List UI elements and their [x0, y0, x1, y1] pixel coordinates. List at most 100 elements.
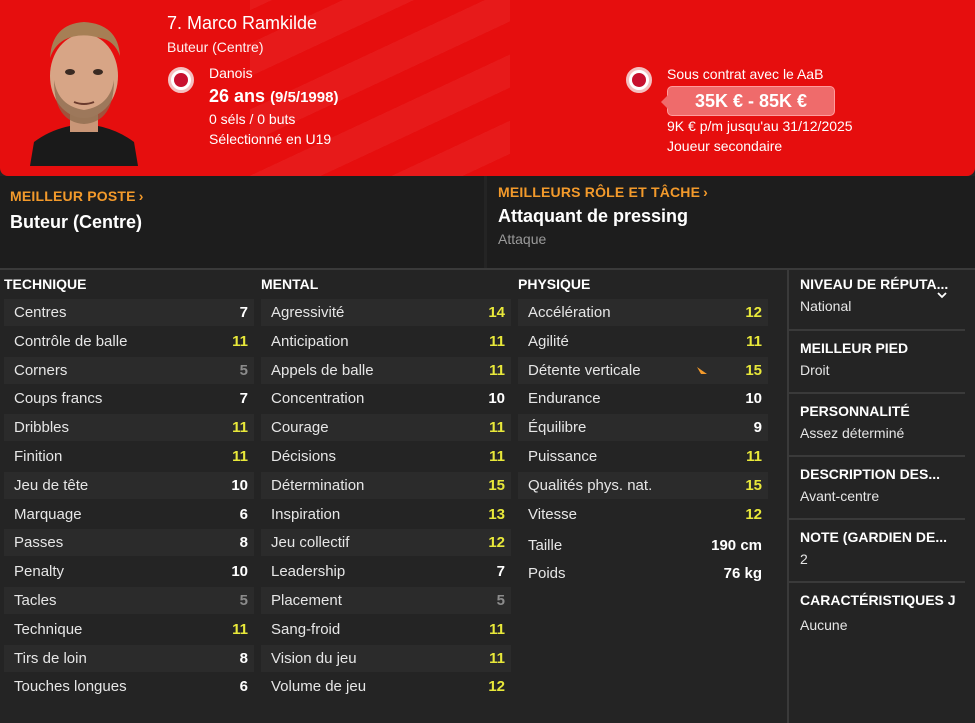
attribute-label: Équilibre [528, 419, 587, 437]
reputation-block[interactable]: NIVEAU DE RÉPUTA... National [789, 276, 975, 314]
attribute-label: Contrôle de balle [14, 332, 128, 350]
height-value: 190 cm [711, 537, 762, 554]
attribute-row[interactable]: Leadership 7 [261, 558, 511, 585]
goalkeeper-rating-block: NOTE (GARDIEN DE... 2 [789, 529, 975, 567]
attribute-label: Finition [14, 448, 63, 465]
best-role-link[interactable]: MEILLEURS RÔLE ET TÂCHE › [498, 184, 708, 200]
attribute-row[interactable]: Détermination 15 [261, 471, 511, 499]
attribute-value: 7 [239, 390, 248, 408]
attribute-label: Appels de balle [271, 361, 374, 379]
attribute-row[interactable]: Équilibre 9 [518, 414, 768, 442]
chevron-down-icon[interactable] [937, 290, 947, 300]
attribute-label: Sang-froid [271, 620, 341, 638]
attribute-value: 6 [239, 678, 248, 696]
attribute-row[interactable]: Agilité 11 [518, 328, 768, 355]
reputation-title: NIVEAU DE RÉPUTA... [800, 276, 949, 292]
personality-value: Assez déterminé [800, 425, 905, 441]
attribute-row[interactable]: Concentration 10 [261, 385, 511, 412]
youth-selection: Sélectionné en U19 [209, 131, 332, 147]
best-role-duty: Attaque [498, 231, 547, 247]
attribute-row[interactable]: Agressivité 14 [261, 299, 511, 326]
best-role-value: Attaquant de pressing [498, 206, 689, 226]
nationality[interactable]: Danois [209, 65, 253, 81]
attribute-value: 14 [488, 304, 505, 321]
attribute-value: 10 [231, 476, 248, 494]
attribute-row[interactable]: Passes 8 [4, 529, 254, 557]
description-block: DESCRIPTION DES... Avant-centre [789, 466, 975, 504]
attribute-row[interactable]: Appels de balle 11 [261, 356, 511, 384]
description-title: DESCRIPTION DES... [800, 466, 941, 482]
attribute-row[interactable]: Dribbles 11 [4, 414, 254, 442]
reputation-value: National [800, 298, 852, 314]
attribute-row[interactable]: Volume de jeu 12 [261, 673, 511, 700]
attribute-label: Courage [271, 419, 329, 437]
preferred-foot-value: Droit [800, 362, 830, 378]
best-position-link[interactable]: MEILLEUR POSTE › [10, 188, 144, 204]
attribute-label: Leadership [271, 563, 346, 581]
attribute-value: 11 [232, 419, 248, 437]
attribute-label: Détente verticale [528, 361, 641, 379]
attribute-row[interactable]: Jeu de tête 10 [4, 471, 254, 499]
attribute-value: 11 [489, 448, 505, 465]
nation-flag-icon[interactable] [168, 67, 194, 93]
attribute-row[interactable]: Penalty 10 [4, 558, 254, 585]
attribute-row[interactable]: Technique 11 [4, 616, 254, 643]
attribute-row[interactable]: Vitesse 12 [518, 501, 768, 528]
height-row: Taille 190 cm [518, 532, 768, 559]
attribute-value: 11 [489, 332, 505, 350]
attribute-row[interactable]: Touches longues 6 [4, 673, 254, 700]
goalkeeper-rating-title: NOTE (GARDIEN DE... [800, 529, 948, 545]
attribute-value: 10 [745, 390, 762, 408]
attribute-row[interactable]: Tacles 5 [4, 587, 254, 614]
attribute-row[interactable]: Vision du jeu 11 [261, 644, 511, 672]
contract-club[interactable]: Sous contrat avec le AaB [667, 66, 823, 82]
attribute-value: 7 [496, 563, 505, 581]
divider [789, 455, 965, 457]
attribute-row[interactable]: Sang-froid 11 [261, 616, 511, 643]
attribute-row[interactable]: Endurance 10 [518, 385, 768, 412]
attribute-value: 10 [488, 390, 505, 408]
attribute-row[interactable]: Jeu collectif 12 [261, 529, 511, 557]
squad-status: Joueur secondaire [667, 138, 783, 154]
attribute-row[interactable]: Tirs de loin 8 [4, 644, 254, 672]
attribute-row[interactable]: Qualités phys. nat. 15 [518, 471, 768, 499]
attribute-row[interactable]: Corners 5 [4, 356, 254, 384]
attribute-row[interactable]: Décisions 11 [261, 443, 511, 470]
attribute-row[interactable]: Détente verticale 15 [518, 356, 768, 384]
attribute-row[interactable]: Anticipation 11 [261, 328, 511, 355]
attribute-row[interactable]: Puissance 11 [518, 443, 768, 470]
traits-title: CARACTÉRISTIQUES J [800, 592, 956, 608]
attribute-row[interactable]: Marquage 6 [4, 501, 254, 528]
attribute-value: 11 [232, 332, 248, 350]
attribute-value: 9 [753, 419, 762, 437]
attribute-value: 12 [745, 304, 762, 321]
attribute-row[interactable]: Contrôle de balle 11 [4, 328, 254, 355]
attribute-row[interactable]: Courage 11 [261, 414, 511, 442]
attribute-row[interactable]: Coups francs 7 [4, 385, 254, 412]
mental-title: MENTAL [261, 276, 319, 292]
date-of-birth: (9/5/1998) [270, 89, 339, 106]
attribute-label: Agilité [528, 332, 569, 350]
attribute-label: Marquage [14, 505, 82, 523]
attribute-value: 15 [745, 361, 762, 379]
attribute-row[interactable]: Inspiration 13 [261, 501, 511, 528]
attribute-row[interactable]: Accélération 12 [518, 299, 768, 326]
attribute-label: Inspiration [271, 505, 341, 523]
player-position: Buteur (Centre) [167, 39, 264, 55]
transfer-value[interactable]: 35K € - 85K € [661, 86, 835, 116]
attribute-label: Penalty [14, 563, 65, 581]
attribute-label: Volume de jeu [271, 678, 367, 696]
best-role-panel: MEILLEURS RÔLE ET TÂCHE › Attaquant de pr… [487, 176, 975, 268]
attribute-value: 7 [239, 304, 248, 321]
attribute-row[interactable]: Placement 5 [261, 587, 511, 614]
attribute-label: Coups francs [14, 390, 103, 408]
club-badge-icon[interactable] [626, 67, 652, 93]
player-header: 7. Marco Ramkilde Buteur (Centre) Danois… [0, 0, 975, 176]
attribute-value: 12 [488, 534, 505, 552]
attribute-row[interactable]: Centres 7 [4, 299, 254, 326]
attribute-row[interactable]: Finition 11 [4, 443, 254, 470]
attribute-value: 11 [489, 361, 505, 379]
player-portrait [30, 10, 138, 166]
chevron-right-icon: › [138, 188, 144, 204]
weight-row: Poids 76 kg [518, 560, 768, 587]
